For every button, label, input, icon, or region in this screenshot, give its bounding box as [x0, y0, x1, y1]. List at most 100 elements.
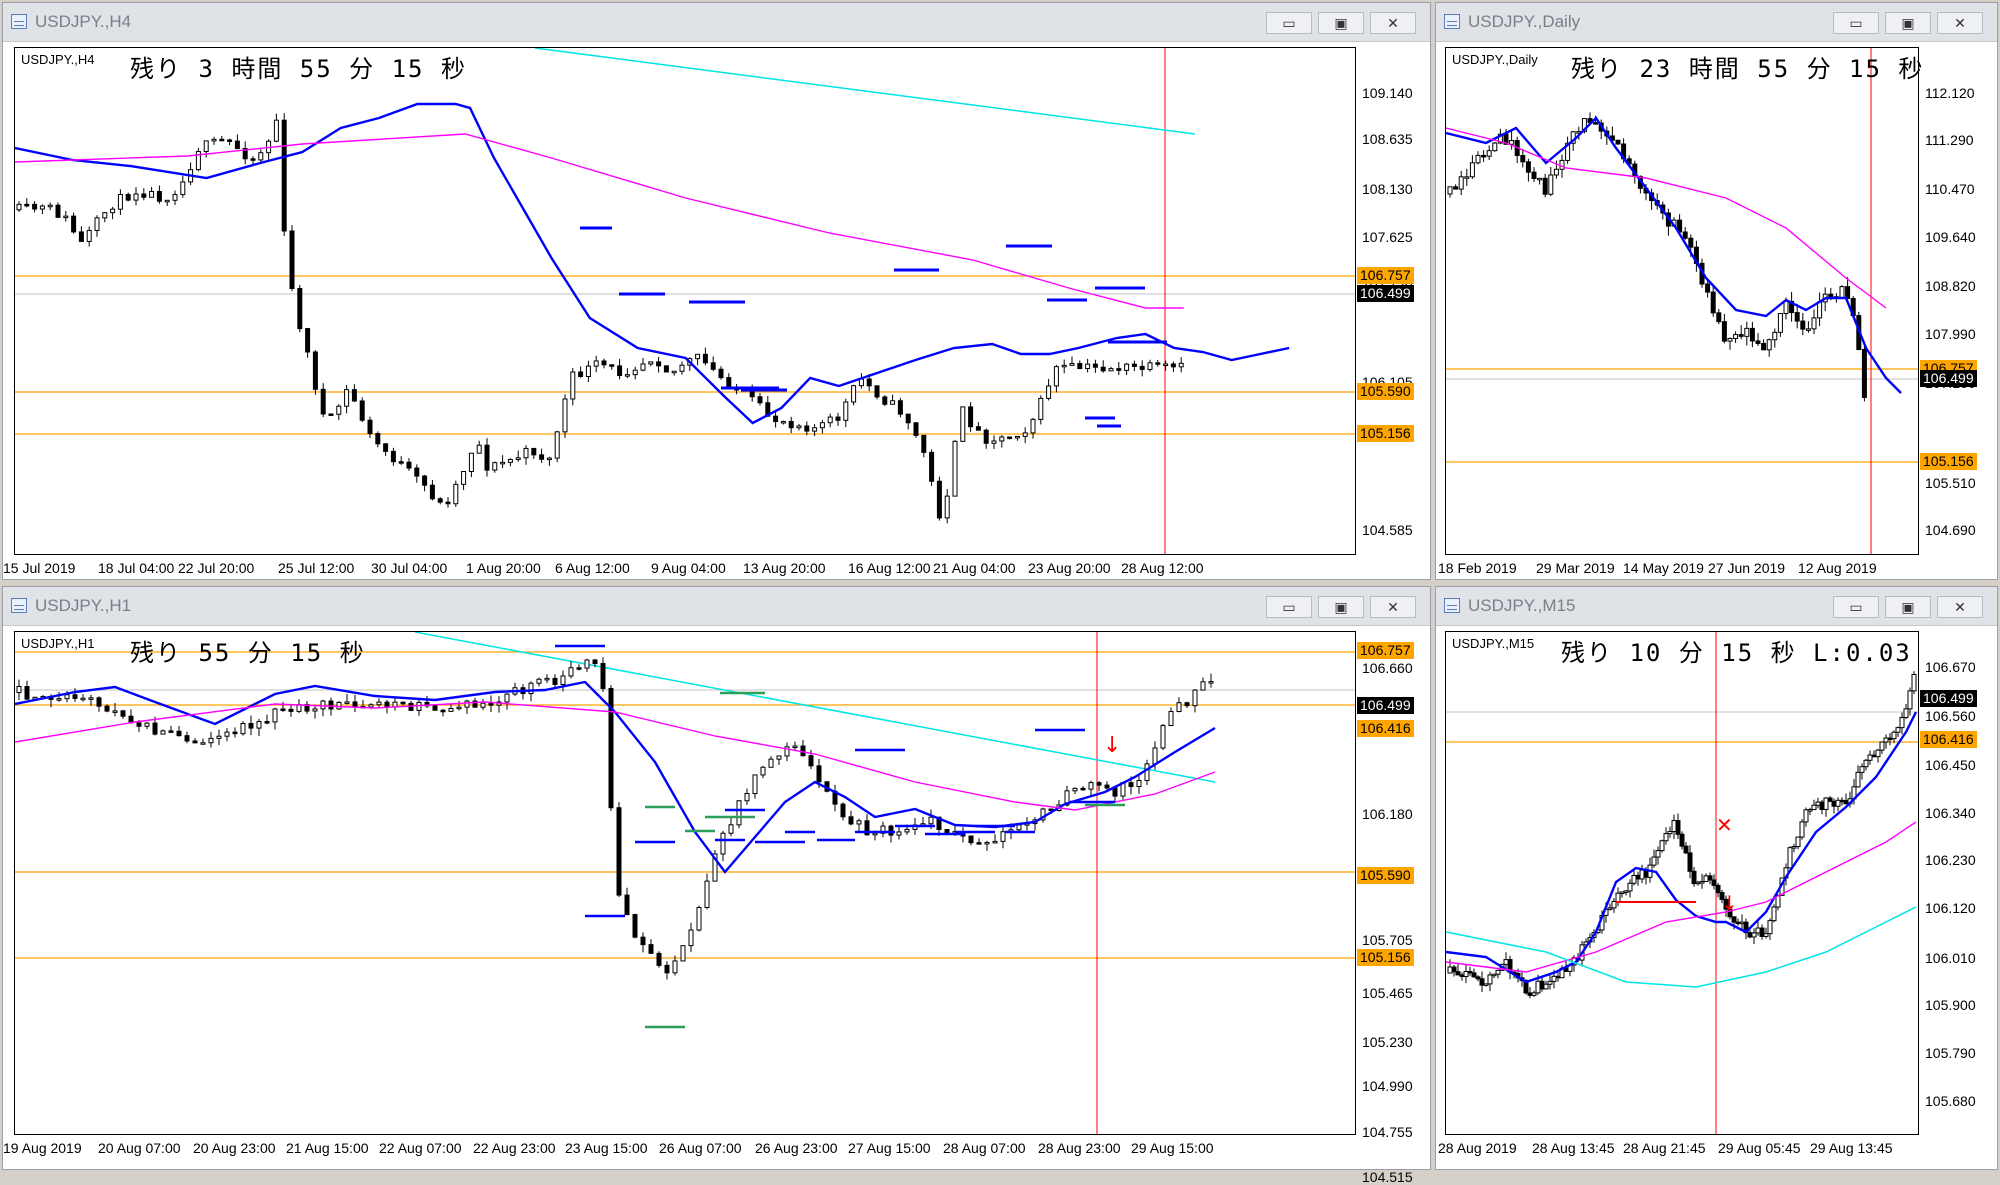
- candle-body: [1548, 174, 1554, 195]
- candle-body: [624, 894, 630, 916]
- current-price-tag: 106.499: [1920, 370, 1977, 387]
- candle-body: [702, 353, 708, 364]
- restore-button[interactable]: ▣: [1318, 12, 1364, 34]
- level-price-tag: 105.156: [1357, 949, 1414, 966]
- candle-body: [72, 694, 78, 699]
- candle-body: [921, 434, 927, 453]
- candle-body: [1749, 327, 1755, 342]
- candle-body: [1759, 927, 1765, 937]
- candle-body: [1475, 976, 1481, 980]
- candle-body: [256, 721, 262, 729]
- candle-body: [1535, 980, 1541, 994]
- candle-body: [952, 440, 958, 497]
- candle-body: [440, 709, 446, 713]
- chart-window-h4[interactable]: USDJPY.,H4 ▭ ▣ ✕ USDJPY.,H4 残り 3 時間 55 分…: [2, 2, 1431, 580]
- candle-body: [999, 436, 1005, 442]
- candle-body: [1486, 150, 1492, 157]
- candle-body: [102, 212, 108, 219]
- candle-body: [120, 710, 126, 717]
- price-tick-label: 108.820: [1925, 278, 1976, 294]
- candle-body: [1467, 970, 1473, 974]
- chart-window-daily[interactable]: USDJPY.,Daily ▭ ▣ ✕ USDJPY.,Daily 残り 23 …: [1435, 2, 1998, 580]
- candle-body: [1559, 159, 1565, 170]
- titlebar-daily[interactable]: USDJPY.,Daily ▭ ▣ ✕: [1436, 3, 1997, 42]
- candle-body: [1553, 168, 1559, 176]
- price-tick-label: 108.130: [1362, 181, 1413, 197]
- titlebar-h1[interactable]: USDJPY.,H1 ▭ ▣ ✕: [3, 587, 1430, 626]
- candle-body: [1687, 852, 1693, 872]
- candle-body: [414, 467, 420, 477]
- close-button[interactable]: ✕: [1370, 12, 1416, 34]
- candle-body: [1682, 231, 1688, 239]
- candle-body: [1783, 300, 1789, 315]
- candle-body: [1631, 874, 1637, 884]
- time-tick-label: 28 Aug 23:00: [1038, 1140, 1121, 1156]
- price-chart-h4[interactable]: USDJPY.,H4 残り 3 時間 55 分 15 秒: [14, 47, 1356, 555]
- candle-body: [1891, 731, 1897, 740]
- time-tick-label: 16 Aug 12:00: [848, 560, 931, 576]
- price-tick-label: 106.660: [1362, 660, 1413, 676]
- candle-body: [1593, 122, 1599, 125]
- restore-button[interactable]: ▣: [1885, 12, 1931, 34]
- candle-body: [1705, 283, 1711, 293]
- level-price-tag: 106.416: [1920, 731, 1977, 748]
- candle-body: [1710, 291, 1716, 314]
- candle-body: [1072, 787, 1078, 792]
- candle-body: [429, 484, 435, 500]
- minimize-button[interactable]: ▭: [1833, 596, 1879, 618]
- candle-body: [1903, 708, 1909, 718]
- close-button[interactable]: ✕: [1370, 596, 1416, 618]
- candle-body: [232, 731, 238, 735]
- candle-body: [1738, 334, 1744, 337]
- candle-body: [1667, 830, 1673, 835]
- price-chart-h1[interactable]: ↓ USDJPY.,H1 残り 55 分 15 秒: [14, 631, 1356, 1135]
- candle-body: [1116, 368, 1122, 371]
- candle-body: [1819, 801, 1825, 810]
- candle-body: [1112, 787, 1118, 797]
- candle-body: [929, 451, 935, 482]
- restore-button[interactable]: ▣: [1318, 596, 1364, 618]
- candle-body: [258, 152, 264, 161]
- chart-window-m15[interactable]: USDJPY.,M15 ▭ ▣ ✕ ↓ ✕ USDJPY.,M15 残り 10 分…: [1435, 586, 1998, 1170]
- candle-body: [1699, 881, 1705, 884]
- candle-body: [1555, 975, 1561, 979]
- candle-body: [1469, 162, 1475, 178]
- restore-button[interactable]: ▣: [1885, 596, 1931, 618]
- candle-body: [1453, 186, 1459, 190]
- candle-body: [104, 705, 110, 712]
- candle-body: [523, 447, 529, 459]
- candle-body: [1139, 365, 1145, 370]
- candle-body: [176, 730, 182, 737]
- candle-body: [578, 371, 584, 377]
- candle-body: [1659, 840, 1665, 852]
- level-price-tag: 106.757: [1357, 642, 1414, 659]
- titlebar-m15[interactable]: USDJPY.,M15 ▭ ▣ ✕: [1436, 587, 1997, 626]
- candle-body: [64, 694, 70, 700]
- candle-body: [1178, 362, 1184, 368]
- candle-body: [1016, 824, 1022, 831]
- chart-window-h1[interactable]: USDJPY.,H1 ▭ ▣ ✕ ↓ USDJPY.,H1 残り 55 分 15…: [2, 586, 1431, 1185]
- price-tick-label: 104.990: [1362, 1078, 1413, 1094]
- time-tick-label: 28 Aug 07:00: [943, 1140, 1026, 1156]
- price-chart-m15[interactable]: ↓ ✕ USDJPY.,M15 残り 10 分 15 秒 L:0.03: [1445, 631, 1919, 1135]
- titlebar-h4[interactable]: USDJPY.,H4 ▭ ▣ ✕: [3, 3, 1430, 42]
- minimize-button[interactable]: ▭: [1266, 596, 1312, 618]
- minimize-button[interactable]: ▭: [1833, 12, 1879, 34]
- minimize-button[interactable]: ▭: [1266, 12, 1312, 34]
- candle-body: [1733, 334, 1739, 339]
- close-button[interactable]: ✕: [1937, 596, 1983, 618]
- time-tick-label: 26 Aug 23:00: [755, 1140, 838, 1156]
- close-button[interactable]: ✕: [1937, 12, 1983, 34]
- candle-body: [1061, 364, 1067, 368]
- time-tick-label: 20 Aug 23:00: [193, 1140, 276, 1156]
- candle-body: [227, 139, 233, 142]
- down-arrow-signal: ↓: [1721, 891, 1738, 915]
- candle-body: [905, 413, 911, 424]
- candle-body: [992, 840, 998, 844]
- price-tick-label: 106.560: [1925, 708, 1976, 724]
- candle-body: [1088, 782, 1094, 790]
- candle-body: [1839, 286, 1845, 299]
- price-chart-daily[interactable]: USDJPY.,Daily 残り 23 時間 55 分 15 秒: [1445, 47, 1922, 555]
- candle-body: [1679, 833, 1685, 847]
- candle-body: [593, 360, 599, 367]
